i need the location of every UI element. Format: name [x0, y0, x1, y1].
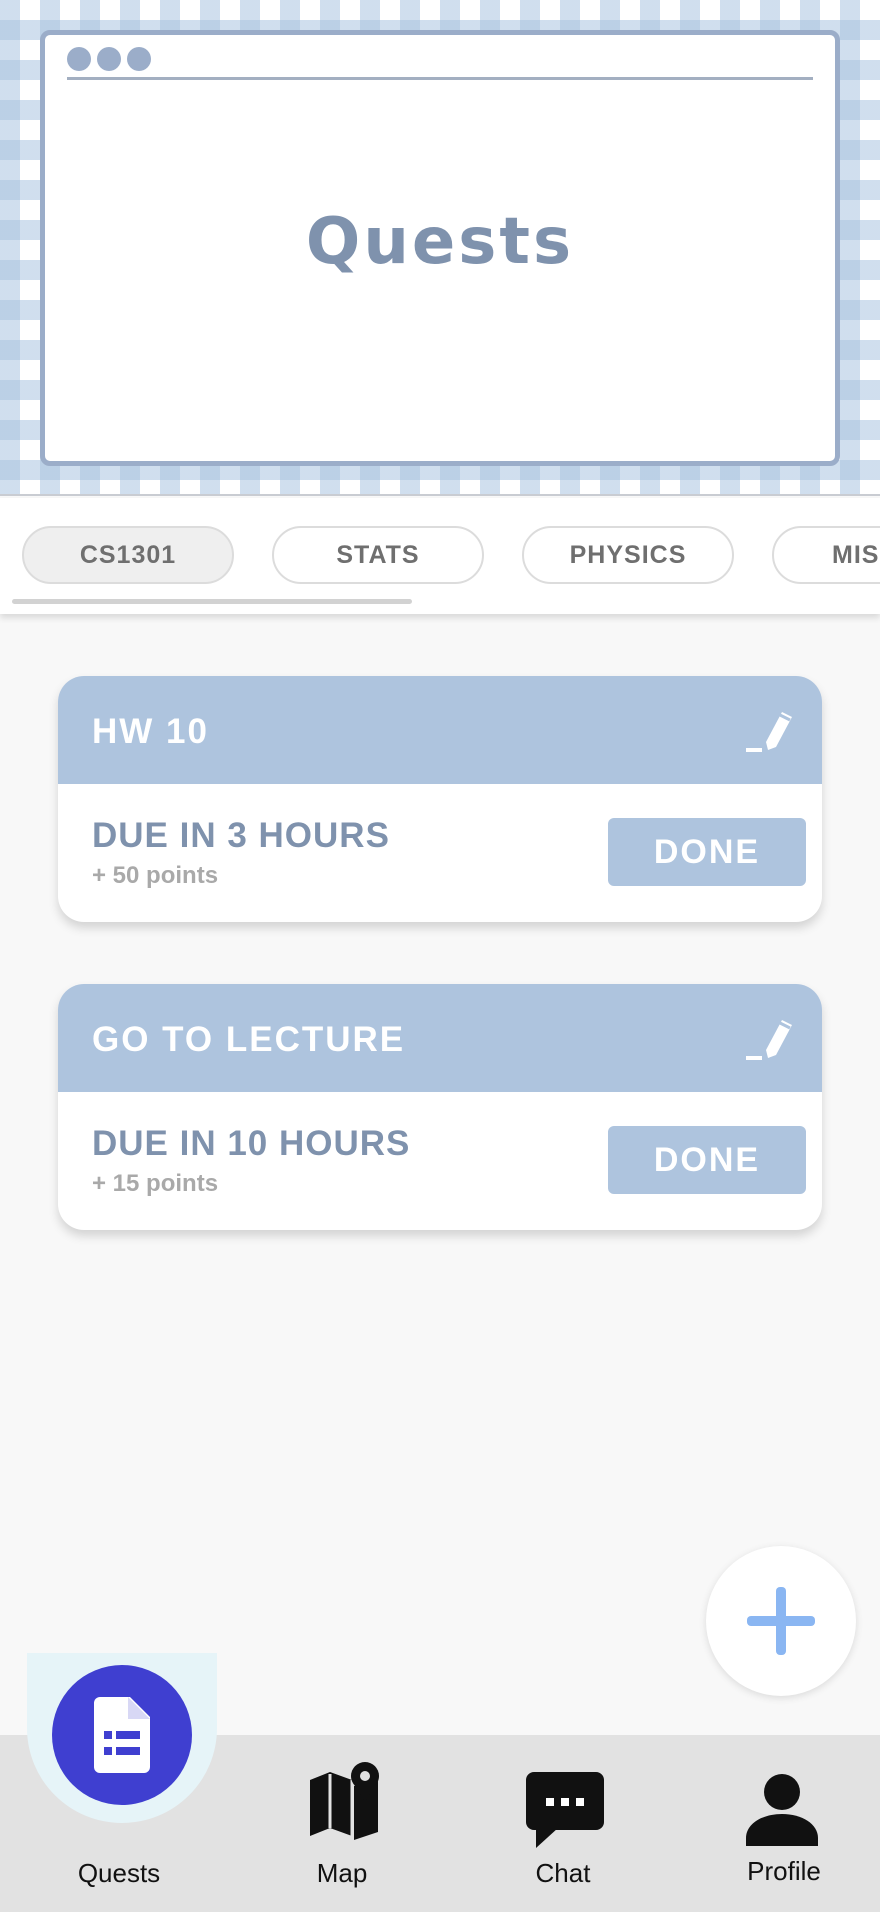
window-dot-icon — [67, 47, 91, 71]
window-dot-icon — [97, 47, 121, 71]
done-button[interactable]: DONE — [608, 1126, 806, 1194]
nav-label-profile[interactable]: Profile — [694, 1856, 874, 1887]
quest-card: GO TO LECTURE DUE IN 10 HOURS + 15 point… — [58, 984, 822, 1230]
window-divider — [67, 77, 813, 80]
nav-label-map[interactable]: Map — [252, 1858, 432, 1889]
nav-item-quests[interactable] — [52, 1665, 192, 1805]
quest-card: HW 10 DUE IN 3 HOURS + 50 points DONE — [58, 676, 822, 922]
quest-title: HW 10 — [92, 712, 209, 751]
tab-cs1301[interactable]: CS1301 — [22, 526, 234, 584]
document-list-icon — [94, 1697, 150, 1773]
course-tabs[interactable]: CS1301 STATS PHYSICS MIS — [0, 498, 880, 614]
pencil-edit-icon[interactable] — [742, 704, 798, 760]
done-button[interactable]: DONE — [608, 818, 806, 886]
window-dot-icon — [127, 47, 151, 71]
tab-mis[interactable]: MIS — [772, 526, 880, 584]
add-quest-button[interactable] — [706, 1546, 856, 1696]
quest-title: GO TO LECTURE — [92, 1020, 406, 1059]
quest-card-header: HW 10 — [58, 676, 822, 784]
map-pin-icon[interactable] — [308, 1762, 382, 1840]
tabs-scrollbar[interactable] — [12, 599, 412, 604]
plus-icon — [747, 1587, 815, 1655]
quest-points: + 50 points — [92, 862, 219, 889]
tab-physics[interactable]: PHYSICS — [522, 526, 734, 584]
quest-card-header: GO TO LECTURE — [58, 984, 822, 1092]
quest-due: DUE IN 3 HOURS — [92, 816, 390, 855]
pencil-edit-icon[interactable] — [742, 1012, 798, 1068]
nav-label-chat[interactable]: Chat — [473, 1858, 653, 1889]
quest-due: DUE IN 10 HOURS — [92, 1124, 411, 1163]
header-banner: Quests — [0, 0, 880, 496]
title-window: Quests — [40, 30, 840, 466]
tab-stats[interactable]: STATS — [272, 526, 484, 584]
page-title: Quests — [305, 205, 575, 279]
chat-bubble-icon[interactable] — [526, 1772, 604, 1848]
person-icon[interactable] — [746, 1774, 818, 1846]
window-dots — [67, 47, 151, 71]
quest-points: + 15 points — [92, 1170, 219, 1197]
nav-label-quests[interactable]: Quests — [29, 1858, 209, 1889]
